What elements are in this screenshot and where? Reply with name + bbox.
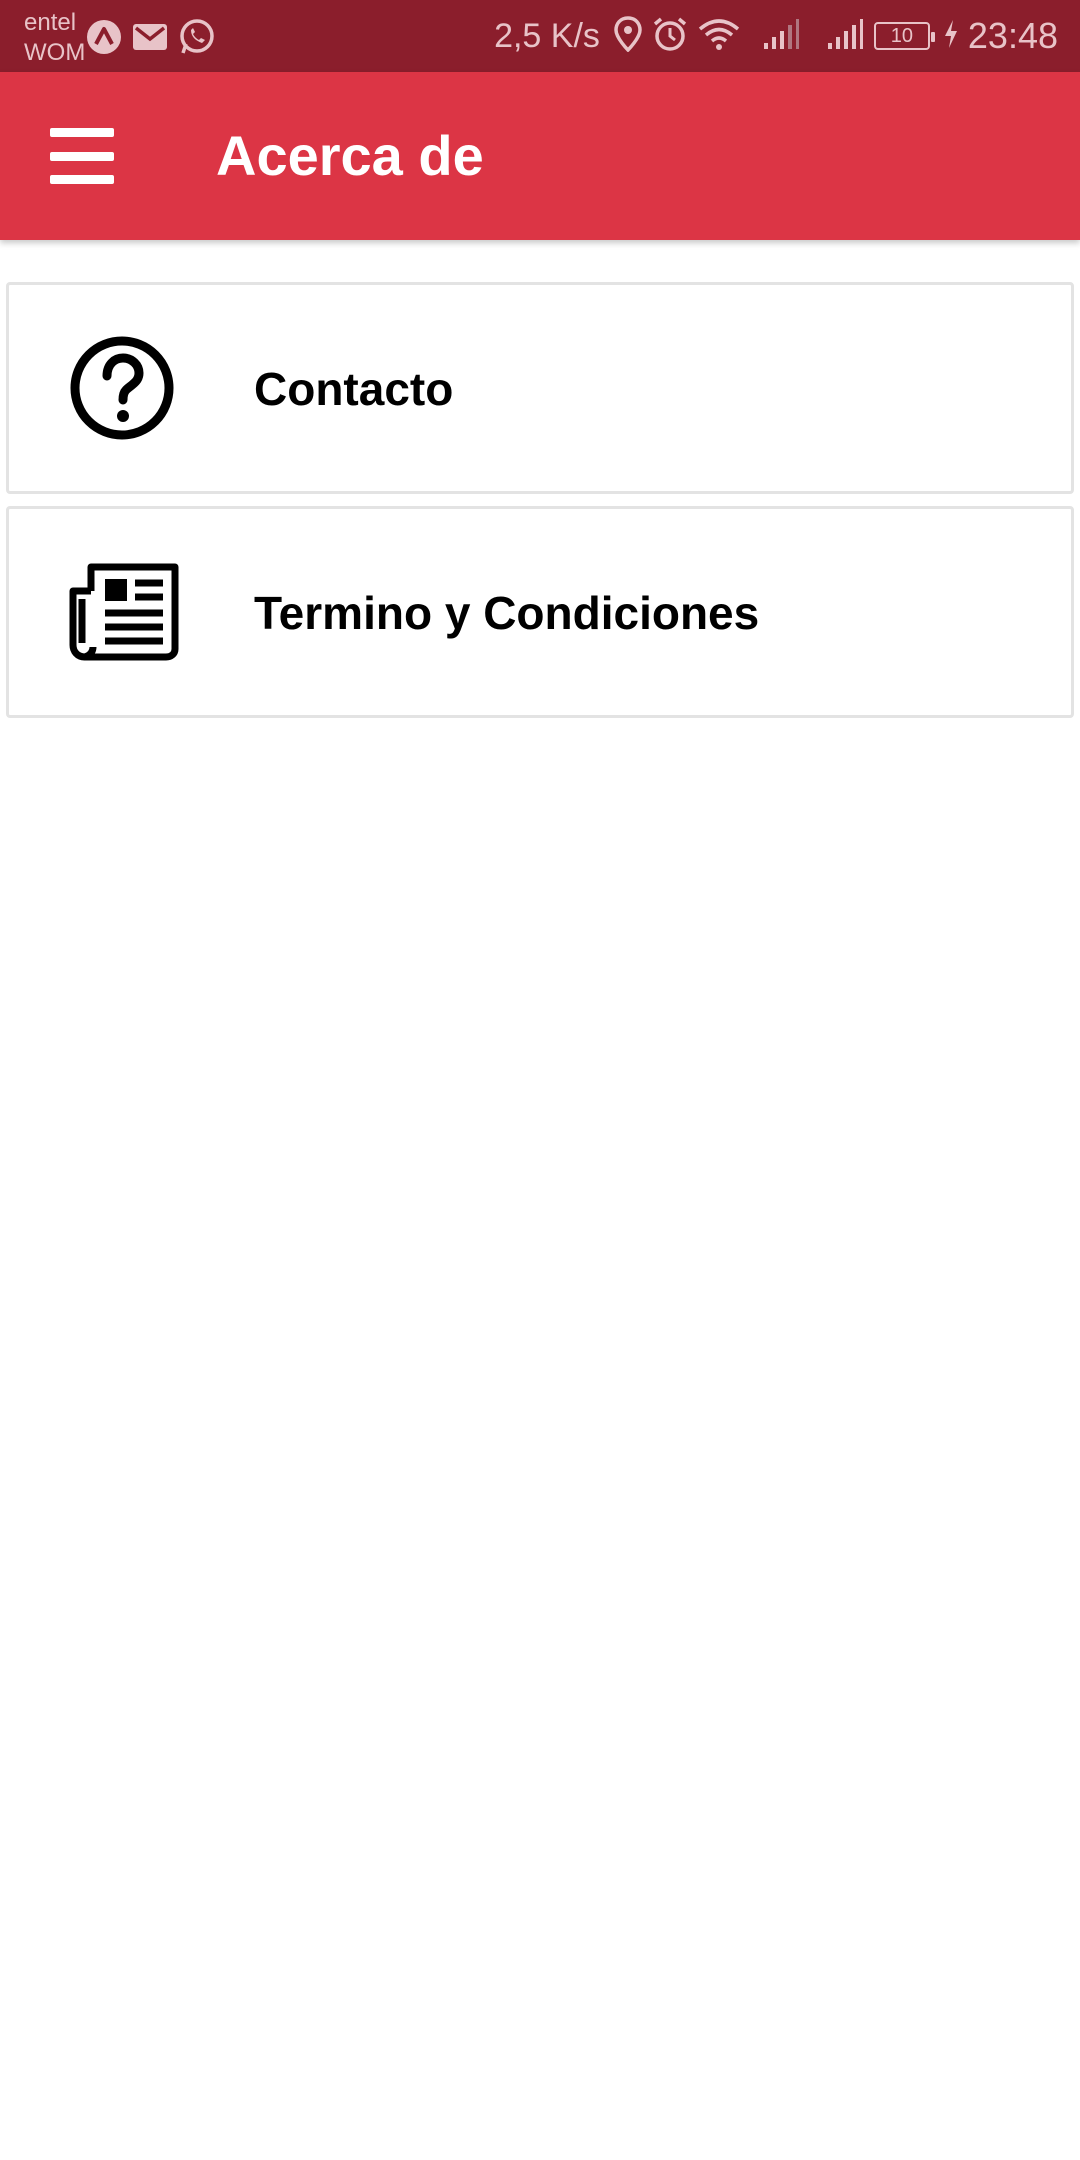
notification-icons — [86, 18, 216, 56]
hamburger-menu-icon[interactable] — [42, 124, 122, 188]
clock: 23:48 — [967, 15, 1058, 56]
list-item-terminos[interactable]: Termino y Condiciones — [6, 506, 1074, 718]
menu-line — [50, 151, 114, 161]
charging-icon — [944, 19, 958, 54]
question-circle-icon — [69, 333, 189, 443]
carrier-names: entel WOM — [24, 8, 85, 68]
wifi-icon — [698, 17, 740, 56]
network-speed: 2,5 K/s — [494, 16, 600, 55]
location-icon — [614, 15, 642, 57]
list-item-label: Termino y Condiciones — [254, 587, 760, 639]
page-title: Acerca de — [216, 124, 484, 187]
status-bar: entel WOM 2,5 K/s 10 23:48 — [0, 0, 1080, 72]
list-item-label: Contacto — [254, 363, 454, 415]
carrier-2: WOM — [24, 39, 86, 66]
app-icon — [86, 19, 122, 55]
battery-level: 10 — [890, 24, 914, 47]
list-item-contacto[interactable]: Contacto — [6, 282, 1074, 494]
newspaper-icon — [69, 557, 189, 667]
battery-icon: 10 — [873, 22, 935, 50]
about-menu-list: Contacto Termino y Condiciones — [6, 282, 1074, 730]
menu-line — [50, 175, 114, 184]
whatsapp-icon — [178, 18, 216, 56]
status-indicators: 2,5 K/s 10 23:48 — [494, 14, 1058, 58]
menu-line — [50, 128, 114, 137]
app-bar: Acerca de — [0, 72, 1080, 240]
signal-icon-2 — [826, 17, 864, 56]
carrier-1: entel — [24, 9, 77, 36]
alarm-icon — [652, 16, 688, 57]
signal-icon — [762, 17, 800, 56]
gmail-icon — [132, 22, 168, 52]
